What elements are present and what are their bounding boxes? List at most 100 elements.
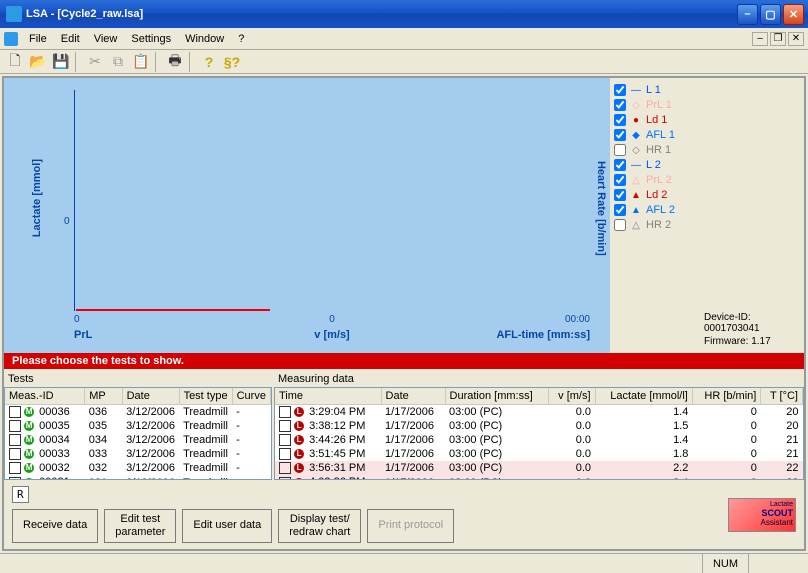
legend-item[interactable]: ◇ PrL 1: [614, 99, 696, 111]
copy-icon[interactable]: ⧉: [107, 52, 129, 72]
table-row[interactable]: L 3:44:26 PM 1/17/200603:00 (PC)0.01.402…: [275, 433, 803, 447]
row-checkbox[interactable]: [279, 462, 291, 474]
legend-label: HR 2: [646, 219, 671, 231]
menu-settings[interactable]: Settings: [124, 31, 178, 47]
row-checkbox[interactable]: [279, 434, 291, 446]
tests-grid[interactable]: Meas.-ID MP Date Test type Curve M 00036…: [4, 387, 272, 480]
table-row[interactable]: M 00033 0333/12/2006Treadmill-: [5, 447, 271, 461]
y-axis-right-label: Heart Rate [b/min]: [594, 118, 608, 298]
display-redraw-button[interactable]: Display test/redraw chart: [278, 509, 361, 543]
measuring-grid[interactable]: Time Date Duration [mm:ss] v [m/s] Lacta…: [274, 387, 804, 480]
row-checkbox[interactable]: [9, 448, 21, 460]
status-empty: [748, 554, 808, 573]
bottom-bar: R Receive data Edit testparameter Edit u…: [4, 480, 804, 549]
row-checkbox[interactable]: [9, 462, 21, 474]
legend-item[interactable]: △ HR 2: [614, 219, 696, 231]
close-button[interactable]: ✕: [783, 4, 804, 25]
legend-checkbox[interactable]: [614, 189, 626, 201]
cut-icon[interactable]: ✂: [84, 52, 106, 72]
legend-label: AFL 2: [646, 204, 675, 216]
mdi-restore-button[interactable]: ❐: [770, 32, 786, 46]
table-row[interactable]: L 3:51:45 PM 1/17/200603:00 (PC)0.01.802…: [275, 447, 803, 461]
legend-item[interactable]: ◆ AFL 1: [614, 129, 696, 141]
chart-zone: Lactate [mmol] 0 Heart Rate [b/min] 0 0 …: [4, 78, 804, 353]
legend-checkbox[interactable]: [614, 144, 626, 156]
open-icon[interactable]: 📂: [27, 52, 49, 72]
col-test-type[interactable]: Test type: [179, 388, 232, 405]
row-checkbox[interactable]: [9, 406, 21, 418]
mcol-hr[interactable]: HR [b/min]: [692, 388, 760, 405]
legend-item[interactable]: ● Ld 1: [614, 114, 696, 126]
titlebar: LSA - [Cycle2_raw.lsa] – ▢ ✕: [0, 0, 808, 28]
mcol-t[interactable]: T [°C]: [761, 388, 803, 405]
minimize-button[interactable]: –: [737, 4, 758, 25]
legend-checkbox[interactable]: [614, 219, 626, 231]
legend-item[interactable]: ◇ HR 1: [614, 144, 696, 156]
menu-view[interactable]: View: [87, 31, 125, 47]
save-icon[interactable]: 💾: [50, 52, 72, 72]
chart-plot-area[interactable]: [74, 90, 590, 311]
legend-symbol-icon: ◇: [629, 100, 643, 111]
mdi-minimize-button[interactable]: –: [752, 32, 768, 46]
new-icon[interactable]: 🗋: [4, 52, 26, 72]
table-row[interactable]: M 00032 0323/12/2006Treadmill-: [5, 461, 271, 475]
legend-item[interactable]: ▲ AFL 2: [614, 204, 696, 216]
legend-checkbox[interactable]: [614, 174, 626, 186]
print-icon[interactable]: 🖶: [164, 52, 186, 72]
legend-checkbox[interactable]: [614, 204, 626, 216]
mcol-v[interactable]: v [m/s]: [549, 388, 596, 405]
legend-checkbox[interactable]: [614, 129, 626, 141]
legend-item[interactable]: ▲ Ld 2: [614, 189, 696, 201]
mdi-close-button[interactable]: ✕: [788, 32, 804, 46]
table-row[interactable]: M 00036 0363/12/2006Treadmill-: [5, 405, 271, 420]
row-checkbox[interactable]: [279, 406, 291, 418]
legend-checkbox[interactable]: [614, 84, 626, 96]
legend-item[interactable]: — L 1: [614, 84, 696, 96]
legend-symbol-icon: △: [629, 175, 643, 186]
table-row[interactable]: L 3:56:31 PM 1/17/200603:00 (PC)0.02.202…: [275, 461, 803, 475]
warning-banner: Please choose the tests to show.: [4, 353, 804, 369]
col-meas-id[interactable]: Meas.-ID: [5, 388, 85, 405]
legend-checkbox[interactable]: [614, 159, 626, 171]
menu-edit[interactable]: Edit: [54, 31, 87, 47]
status-dot-icon: M: [24, 449, 34, 459]
print-protocol-button[interactable]: Print protocol: [367, 509, 454, 543]
clock-dot-icon: L: [294, 407, 304, 417]
menu-file[interactable]: File: [22, 31, 54, 47]
legend-checkbox[interactable]: [614, 99, 626, 111]
status-num: NUM: [702, 554, 748, 573]
maximize-button[interactable]: ▢: [760, 4, 781, 25]
mcol-lactate[interactable]: Lactate [mmol/l]: [595, 388, 692, 405]
table-row[interactable]: M 00034 0343/12/2006Treadmill-: [5, 433, 271, 447]
help-icon[interactable]: ?: [198, 52, 220, 72]
receive-data-button[interactable]: Receive data: [12, 509, 98, 543]
paste-icon[interactable]: 📋: [130, 52, 152, 72]
col-curve[interactable]: Curve: [232, 388, 270, 405]
toolbar: 🗋 📂 💾 ✂ ⧉ 📋 🖶 ? §?: [0, 50, 808, 74]
edit-user-data-button[interactable]: Edit user data: [182, 509, 272, 543]
legend-item[interactable]: — L 2: [614, 159, 696, 171]
col-mp[interactable]: MP: [85, 388, 122, 405]
menu-help[interactable]: ?: [231, 31, 251, 47]
legend-label: AFL 1: [646, 129, 675, 141]
status-dot-icon: M: [24, 435, 34, 445]
legend-item[interactable]: △ PrL 2: [614, 174, 696, 186]
clock-dot-icon: L: [294, 435, 304, 445]
table-row[interactable]: L 3:29:04 PM 1/17/200603:00 (PC)0.01.402…: [275, 405, 803, 420]
edit-test-parameter-button[interactable]: Edit testparameter: [104, 509, 176, 543]
about-icon[interactable]: §?: [221, 52, 243, 72]
legend-checkbox[interactable]: [614, 114, 626, 126]
row-checkbox[interactable]: [279, 420, 291, 432]
row-checkbox[interactable]: [9, 420, 21, 432]
mcol-time[interactable]: Time: [275, 388, 381, 405]
row-checkbox[interactable]: [279, 448, 291, 460]
legend-label: L 1: [646, 84, 661, 96]
mcol-duration[interactable]: Duration [mm:ss]: [445, 388, 549, 405]
menu-window[interactable]: Window: [178, 31, 231, 47]
table-row[interactable]: M 00035 0353/12/2006Treadmill-: [5, 419, 271, 433]
table-row[interactable]: L 3:38:12 PM 1/17/200603:00 (PC)0.01.502…: [275, 419, 803, 433]
col-date[interactable]: Date: [122, 388, 179, 405]
row-checkbox[interactable]: [9, 434, 21, 446]
mcol-date[interactable]: Date: [381, 388, 445, 405]
legend-label: PrL 2: [646, 174, 672, 186]
